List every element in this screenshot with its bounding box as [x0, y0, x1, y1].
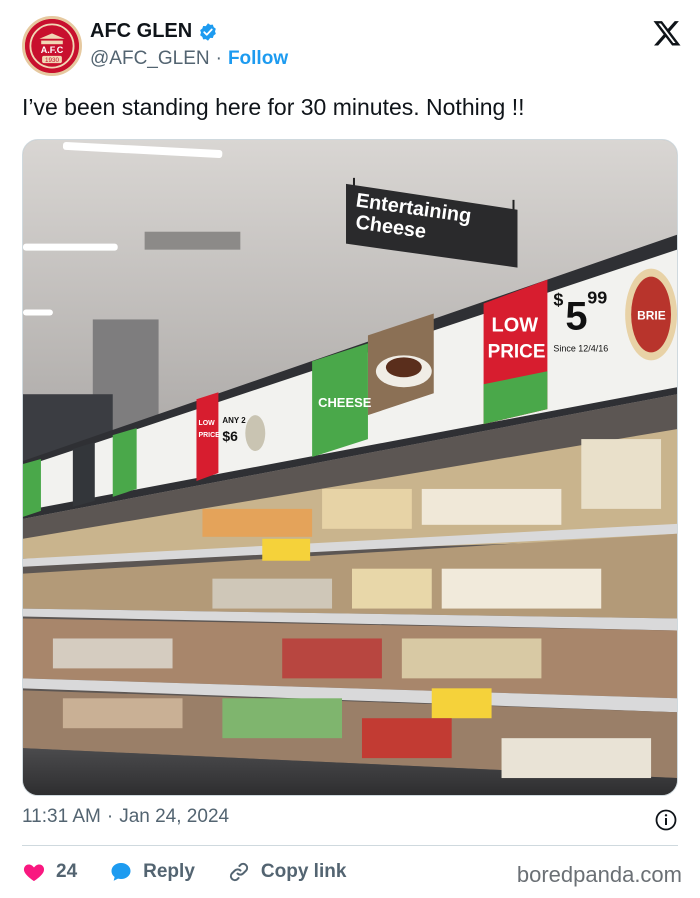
reply-label: Reply — [143, 861, 195, 882]
price-dollar: $ — [553, 289, 563, 309]
handle-separator: · — [215, 48, 222, 69]
copy-link-button[interactable]: Copy link — [227, 860, 347, 884]
meta-separator: · — [106, 806, 114, 827]
follow-button[interactable]: Follow — [228, 48, 288, 70]
link-icon — [229, 862, 248, 882]
supermarket-aisle-photo: Entertaining Cheese LOW PRICE $ 5 99 Sin… — [23, 140, 677, 795]
avatar[interactable]: A.F.C 1930 — [22, 16, 82, 76]
info-icon[interactable] — [654, 808, 678, 832]
heart-icon — [23, 864, 45, 881]
low-price-line2: PRICE — [488, 341, 546, 362]
reply-bubble-icon — [111, 863, 131, 881]
small-price: PRICE — [198, 432, 220, 439]
tweet-photo[interactable]: Entertaining Cheese LOW PRICE $ 5 99 Sin… — [22, 139, 678, 796]
price-since: Since 12/4/16 — [553, 343, 608, 353]
boredpanda-watermark: boredpanda.com — [516, 862, 682, 887]
like-button[interactable]: 24 — [22, 860, 77, 884]
x-logo-icon[interactable] — [652, 18, 682, 48]
tweet-date: Jan 24, 2024 — [119, 806, 230, 827]
verified-badge-icon — [200, 22, 217, 41]
tweet-header: A.F.C 1930 AFC GLEN @AFC_GLEN · Follow — [22, 16, 682, 80]
avatar-text: A.F.C — [41, 45, 64, 55]
reply-button[interactable]: Reply — [109, 860, 195, 884]
price-main: 5 — [565, 294, 587, 338]
action-bar: 24 Reply Copy link — [22, 856, 378, 888]
copy-link-label: Copy link — [260, 861, 347, 882]
tweet-timestamp[interactable]: 11:31 AM · Jan 24, 2024 — [22, 806, 229, 828]
tweet-text: I’ve been standing here for 30 minutes. … — [22, 94, 525, 120]
avatar-year: 1930 — [45, 57, 60, 64]
tweet-time: 11:31 AM — [22, 806, 101, 827]
display-name[interactable]: AFC GLEN — [90, 20, 192, 43]
cheese-panel: CHEESE — [318, 395, 372, 410]
like-count: 24 — [56, 861, 78, 882]
brie-label: BRIE — [637, 308, 666, 322]
divider — [22, 845, 678, 846]
small-amount: $6 — [222, 428, 238, 444]
handle[interactable]: @AFC_GLEN — [90, 48, 210, 70]
afc-crest-logo: A.F.C 1930 — [25, 19, 79, 73]
low-price-line1: LOW — [492, 314, 539, 336]
small-any: ANY 2 — [222, 416, 246, 425]
small-low: LOW — [198, 420, 215, 427]
price-cents: 99 — [587, 288, 607, 308]
